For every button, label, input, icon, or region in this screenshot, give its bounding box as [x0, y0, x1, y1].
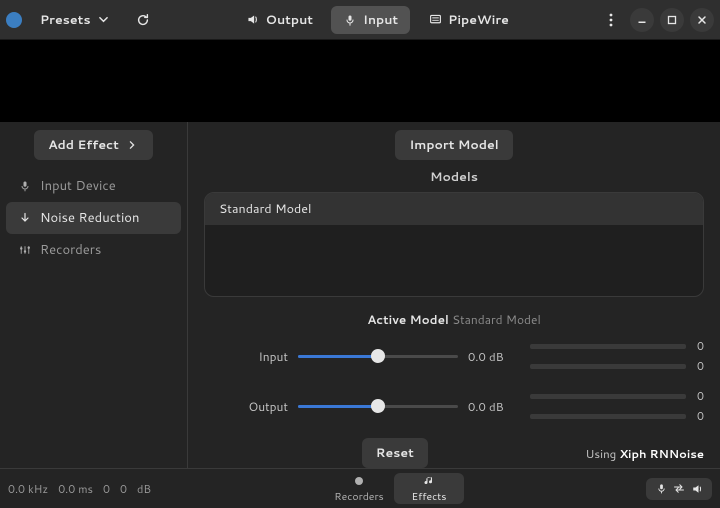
minimize-button[interactable] [630, 8, 654, 32]
model-name: Standard Model [219, 200, 311, 218]
output-meter-l [530, 394, 686, 399]
effect-panel: Import Model Models Standard Model Activ… [188, 122, 720, 468]
sidebar-item-label: Recorders [40, 241, 101, 259]
stat-v2: 0 [120, 481, 127, 497]
maximize-icon [667, 15, 677, 25]
kebab-icon [604, 13, 618, 27]
sidebar-item-label: Input Device [40, 177, 116, 195]
stat-freq: 0.0 kHz [8, 481, 48, 497]
status-bar: 0.0 kHz 0.0 ms 0 0 dB Recorders Effects [0, 468, 720, 508]
stat-unit: dB [137, 481, 151, 497]
add-effect-label: Add Effect [48, 136, 119, 154]
panel-footer: Reset Using Xiph RNNoise [204, 438, 704, 468]
output-gain-label: Output [204, 398, 288, 415]
record-icon [352, 474, 366, 488]
microphone-icon [654, 482, 668, 496]
tab-output-label: Output [266, 11, 313, 29]
input-meter-l [530, 344, 686, 349]
io-controls: Input 0.0 dB 0 0 Output [204, 338, 704, 424]
close-icon [697, 15, 707, 25]
presets-menu-button[interactable]: Presets [28, 6, 123, 34]
import-model-button[interactable]: Import Model [395, 130, 512, 160]
engine-credit: Using Xiph RNNoise [586, 445, 704, 462]
swap-icon [672, 482, 686, 496]
output-gain-row: Output 0.0 dB 0 0 [204, 388, 704, 424]
spectrum-visualizer [0, 40, 720, 122]
pipewire-icon [428, 13, 442, 27]
routing-button[interactable] [646, 478, 712, 500]
maximize-button[interactable] [660, 8, 684, 32]
sliders-icon [18, 243, 32, 257]
microphone-icon [343, 13, 357, 27]
active-model-value: Standard Model [452, 311, 541, 328]
header-bar: Presets Output Input [0, 0, 720, 40]
active-model-label: Active Model [367, 311, 449, 328]
main-area: Add Effect Input Device Noise Reduction … [0, 122, 720, 468]
tab-pipewire-label: PipeWire [448, 11, 509, 29]
switcher-recorders-label: Recorders [334, 490, 384, 504]
music-note-icon [422, 474, 436, 488]
output-meter-r [530, 414, 686, 419]
active-model-line: Active Model Standard Model [204, 311, 704, 328]
input-gain-row: Input 0.0 dB 0 0 [204, 338, 704, 374]
model-row[interactable]: Standard Model [205, 193, 703, 225]
chevron-down-icon [97, 13, 111, 27]
switcher-effects[interactable]: Effects [394, 473, 464, 504]
models-heading: Models [204, 168, 704, 186]
tab-output[interactable]: Output [234, 6, 325, 34]
output-meters: 0 0 [530, 388, 704, 424]
close-button[interactable] [690, 8, 714, 32]
input-gain-value: 0.0 dB [468, 348, 520, 365]
microphone-icon [18, 179, 32, 193]
add-effect-button[interactable]: Add Effect [34, 130, 153, 160]
minimize-icon [637, 15, 647, 25]
input-meters: 0 0 [530, 338, 704, 374]
sidebar-item-input-device[interactable]: Input Device [6, 170, 181, 202]
tab-pipewire[interactable]: PipeWire [416, 6, 521, 34]
stat-v1: 0 [103, 481, 110, 497]
models-list: Standard Model [204, 192, 704, 297]
switcher-effects-label: Effects [412, 490, 447, 504]
stat-latency: 0.0 ms [58, 481, 93, 497]
tab-input[interactable]: Input [331, 6, 410, 34]
output-gain-value: 0.0 dB [468, 398, 520, 415]
app-icon [6, 12, 22, 28]
switcher-recorders[interactable]: Recorders [324, 469, 394, 508]
presets-label: Presets [40, 11, 91, 29]
refresh-button[interactable] [129, 8, 157, 32]
import-model-label: Import Model [409, 136, 498, 154]
input-gain-label: Input [204, 348, 288, 365]
speaker-icon [690, 482, 704, 496]
chevron-right-icon [125, 138, 139, 152]
arrow-down-icon [18, 211, 32, 225]
tab-input-label: Input [363, 11, 398, 29]
status-stats: 0.0 kHz 0.0 ms 0 0 dB [0, 469, 188, 508]
refresh-icon [136, 13, 150, 27]
sidebar-item-noise-reduction[interactable]: Noise Reduction [6, 202, 181, 234]
input-gain-slider[interactable] [298, 349, 458, 363]
kebab-menu-button[interactable] [598, 8, 624, 32]
speaker-icon [246, 13, 260, 27]
input-meter-r [530, 364, 686, 369]
reset-label: Reset [376, 444, 414, 462]
reset-button[interactable]: Reset [362, 438, 428, 468]
effects-sidebar: Add Effect Input Device Noise Reduction … [0, 122, 188, 468]
sidebar-item-label: Noise Reduction [40, 209, 139, 227]
sidebar-item-recorders[interactable]: Recorders [6, 234, 181, 266]
output-gain-slider[interactable] [298, 399, 458, 413]
